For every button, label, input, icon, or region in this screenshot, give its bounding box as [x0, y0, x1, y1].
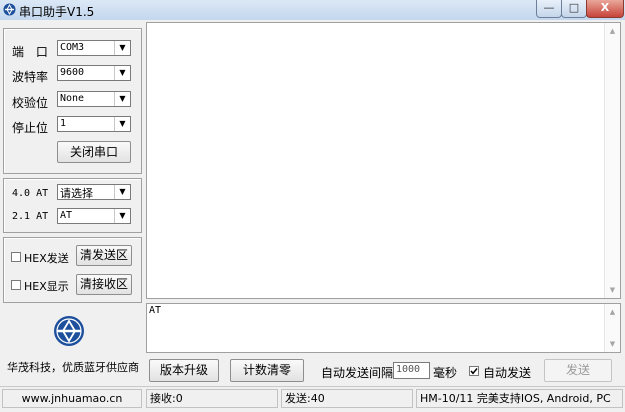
interval-input[interactable]: 1000 — [393, 362, 430, 379]
checkmark-icon — [470, 368, 478, 375]
support-text: HM-10/11 完美支持IOS, Android, PC — [420, 392, 611, 405]
auto-interval-label: 自动发送间隔 — [321, 366, 394, 380]
scroll-up-icon[interactable]: ▲ — [605, 305, 620, 319]
status-bar: www.jnhuamao.cn 接收:0 发送:40 HM-10/11 完美支持… — [0, 386, 625, 412]
maximize-icon: □ — [568, 1, 580, 14]
sent-count: 发送:40 — [285, 392, 325, 405]
at40-value: 请选择 — [60, 187, 93, 200]
company-logo-icon — [54, 316, 84, 346]
close-port-button[interactable]: 关闭串口 — [57, 141, 131, 163]
clear-send-button[interactable]: 清发送区 — [76, 245, 132, 266]
interval-value: 1000 — [396, 364, 421, 375]
company-slogan: 华茂科技，优质蓝牙供应商 — [7, 361, 139, 374]
baud-value: 9600 — [60, 67, 85, 78]
maximize-button[interactable]: □ — [561, 0, 587, 18]
website-cell: www.jnhuamao.cn — [2, 389, 142, 408]
port-value: COM3 — [60, 42, 85, 53]
send-area[interactable]: AT ▲ ▼ — [146, 303, 621, 353]
parity-value: None — [60, 93, 85, 104]
window-title: 串口助手V1.5 — [19, 5, 95, 19]
stop-bits-value: 1 — [60, 118, 67, 129]
title-bar: 串口助手V1.5 — □ X — [0, 0, 625, 20]
chevron-down-icon[interactable]: ▼ — [114, 41, 130, 55]
baud-label: 波特率 — [12, 70, 49, 84]
ms-label: 毫秒 — [433, 366, 458, 380]
website-link[interactable]: www.jnhuamao.cn — [22, 392, 123, 405]
support-cell: HM-10/11 完美支持IOS, Android, PC — [416, 389, 623, 408]
parity-select[interactable]: None ▼ — [57, 91, 131, 107]
receive-scrollbar[interactable]: ▲ ▼ — [604, 23, 620, 298]
hex-show-checkbox[interactable] — [11, 280, 21, 290]
stop-bits-select[interactable]: 1 ▼ — [57, 116, 131, 132]
scroll-up-icon[interactable]: ▲ — [605, 24, 620, 38]
auto-send-label: 自动发送 — [483, 366, 532, 380]
recv-count-cell: 接收:0 — [146, 389, 278, 408]
send-text: AT — [149, 305, 162, 316]
send-scrollbar[interactable]: ▲ ▼ — [604, 304, 620, 352]
hex-send-label: HEX发送 — [24, 252, 69, 265]
scroll-down-icon[interactable]: ▼ — [605, 283, 620, 297]
at21-label: 2.1 AT — [12, 211, 49, 222]
clear-recv-button[interactable]: 清接收区 — [76, 274, 132, 295]
at21-select[interactable]: AT ▼ — [57, 208, 131, 224]
chevron-down-icon[interactable]: ▼ — [114, 209, 130, 223]
at21-value: AT — [60, 210, 73, 221]
port-select[interactable]: COM3 ▼ — [57, 40, 131, 56]
receive-area[interactable]: ▲ ▼ — [146, 22, 621, 299]
chevron-down-icon[interactable]: ▼ — [114, 92, 130, 106]
app-logo-icon — [3, 3, 16, 16]
upgrade-button[interactable]: 版本升级 — [149, 359, 219, 382]
chevron-down-icon[interactable]: ▼ — [114, 66, 130, 80]
recv-count: 接收:0 — [150, 392, 183, 405]
close-button[interactable]: X — [586, 0, 624, 18]
at40-label: 4.0 AT — [12, 188, 49, 199]
minimize-button[interactable]: — — [536, 0, 562, 18]
parity-label: 校验位 — [12, 96, 49, 110]
stop-bits-label: 停止位 — [12, 121, 49, 135]
send-button[interactable]: 发送 — [544, 359, 612, 382]
clear-count-button[interactable]: 计数清零 — [230, 359, 304, 382]
hex-send-checkbox[interactable] — [11, 252, 21, 262]
port-label: 端 口 — [12, 45, 52, 59]
auto-send-checkbox[interactable] — [469, 366, 479, 376]
hex-show-label: HEX显示 — [24, 280, 69, 293]
chevron-down-icon[interactable]: ▼ — [114, 185, 130, 199]
at40-select[interactable]: 请选择 ▼ — [57, 184, 131, 200]
scroll-down-icon[interactable]: ▼ — [605, 337, 620, 351]
app-window: 串口助手V1.5 — □ X 端 口 COM3 ▼ 波特率 9600 ▼ 校验位… — [0, 0, 625, 412]
sent-count-cell: 发送:40 — [281, 389, 413, 408]
minimize-icon: — — [543, 1, 555, 14]
close-icon: X — [600, 1, 610, 14]
baud-select[interactable]: 9600 ▼ — [57, 65, 131, 81]
chevron-down-icon[interactable]: ▼ — [114, 117, 130, 131]
